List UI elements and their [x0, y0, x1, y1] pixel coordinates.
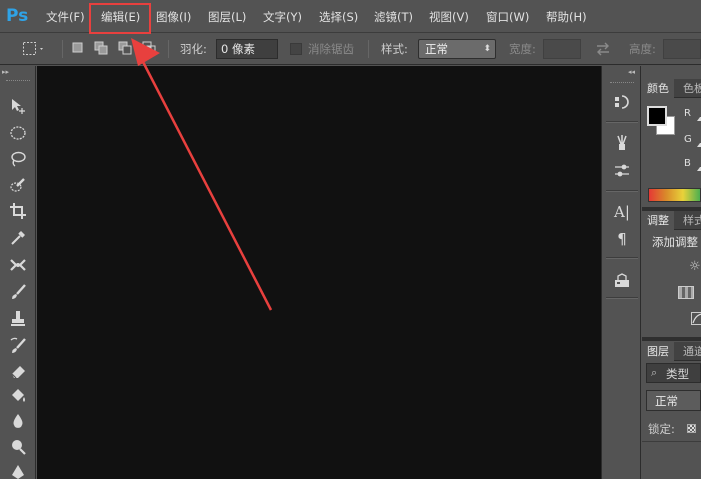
edit-menu-highlight-box [89, 3, 151, 34]
history-panel-icon[interactable] [612, 92, 632, 112]
healing-brush-icon[interactable] [5, 253, 31, 277]
brush-icon[interactable] [5, 280, 31, 304]
layers-list [642, 441, 701, 479]
layer-filter-placeholder: 类型 [666, 367, 689, 381]
brush-presets-icon[interactable] [612, 133, 632, 153]
lock-label: 锁定: [648, 422, 675, 436]
height-input[interactable] [663, 39, 701, 59]
menu-filter[interactable]: 滤镜(T) [374, 9, 413, 25]
add-adjustment-label: 添加调整 [652, 235, 698, 249]
adjustments-panel-tabs: 调整 样式 [642, 211, 701, 230]
tab-channels[interactable]: 通道 [678, 342, 701, 361]
grip[interactable] [610, 82, 634, 84]
divider [606, 257, 638, 259]
color-panel-tabs: 颜色 色板 [642, 79, 701, 98]
brush-panel-icon[interactable] [612, 161, 632, 181]
slider-r-handle[interactable] [697, 117, 701, 121]
color-spectrum-bar[interactable] [648, 188, 701, 202]
pen-icon[interactable] [5, 460, 31, 479]
right-panels: 颜色 色板 R G B 调整 样式 添加调整 ☼ 图层 通道 ⌕ 类型 正常 锁… [642, 66, 701, 479]
brightness-icon[interactable]: ☼ [689, 259, 701, 274]
search-icon: ⌕ [651, 366, 658, 379]
panel-icon-column: ◂◂ A| ¶ [601, 66, 641, 479]
channel-r-label: R [684, 108, 691, 119]
quick-selection-icon[interactable] [5, 173, 31, 197]
eraser-icon[interactable] [5, 359, 31, 383]
marquee-preset-icon[interactable] [22, 41, 46, 60]
divider [606, 121, 638, 123]
toolbox: ▸▸ [0, 66, 36, 479]
dodge-icon[interactable] [5, 435, 31, 459]
style-select[interactable]: 正常 ⬍ [418, 39, 496, 59]
menu-window[interactable]: 窗口(W) [486, 9, 529, 25]
history-brush-icon[interactable] [5, 334, 31, 358]
slider-b-handle[interactable] [697, 167, 701, 171]
intersect-selection-icon[interactable] [142, 41, 156, 55]
new-selection-icon[interactable] [72, 42, 84, 54]
menu-layer[interactable]: 图层(L) [208, 9, 246, 25]
antialias-checkbox[interactable] [290, 43, 302, 55]
collapse-arrows-icon[interactable]: ▸▸ [2, 68, 9, 76]
foreground-color-swatch[interactable] [647, 106, 667, 126]
move-tool-icon[interactable] [5, 94, 31, 118]
menu-image[interactable]: 图像(I) [156, 9, 191, 25]
options-bar: 羽化: 0 像素 消除锯齿 样式: 正常 ⬍ 宽度: 高度: [0, 33, 701, 65]
width-label: 宽度: [509, 42, 536, 56]
crop-icon[interactable] [5, 199, 31, 223]
elliptical-marquee-icon[interactable] [5, 121, 31, 145]
style-label: 样式: [381, 42, 408, 56]
divider [62, 40, 63, 58]
layer-filter-input[interactable]: ⌕ 类型 [646, 363, 701, 383]
subtract-selection-icon[interactable] [118, 41, 132, 55]
document-canvas[interactable] [37, 66, 601, 479]
menu-view[interactable]: 视图(V) [429, 9, 469, 25]
grip[interactable] [6, 80, 30, 82]
tab-styles[interactable]: 样式 [678, 211, 701, 230]
channel-g-label: G [684, 134, 692, 145]
lock-transparency-icon[interactable] [687, 424, 696, 433]
slider-g-handle[interactable] [697, 143, 701, 147]
divider [168, 40, 169, 58]
tab-adjustments[interactable]: 调整 [642, 211, 674, 230]
curves-icon[interactable] [691, 312, 701, 325]
feather-input[interactable]: 0 像素 [216, 39, 278, 59]
character-panel-icon[interactable]: A| [612, 202, 632, 222]
clone-stamp-icon[interactable] [5, 307, 31, 331]
antialias-label: 消除锯齿 [308, 42, 354, 56]
height-label: 高度: [629, 42, 656, 56]
feather-label: 羽化: [180, 42, 207, 56]
divider [368, 40, 369, 58]
lasso-icon[interactable] [5, 147, 31, 171]
updown-arrow-icon: ⬍ [483, 44, 491, 54]
swap-arrows-icon[interactable] [595, 42, 611, 59]
blend-mode-value: 正常 [655, 394, 678, 408]
levels-icon[interactable] [678, 286, 694, 299]
eyedropper-icon[interactable] [5, 226, 31, 250]
menu-select[interactable]: 选择(S) [319, 9, 358, 25]
layers-panel-tabs: 图层 通道 [642, 342, 701, 361]
tab-layers[interactable]: 图层 [642, 342, 674, 361]
blend-mode-select[interactable]: 正常 [646, 390, 701, 411]
channel-b-label: B [684, 158, 691, 169]
menu-help[interactable]: 帮助(H) [546, 9, 587, 25]
divider [606, 190, 638, 192]
paragraph-panel-icon[interactable]: ¶ [612, 229, 632, 249]
paint-bucket-icon[interactable] [5, 384, 31, 408]
style-select-value: 正常 [425, 42, 448, 56]
divider [642, 337, 701, 341]
width-input[interactable] [543, 39, 581, 59]
blur-icon[interactable] [5, 409, 31, 433]
collapse-arrows-icon[interactable]: ◂◂ [628, 68, 635, 76]
tab-color[interactable]: 颜色 [642, 79, 674, 98]
3d-panel-icon[interactable] [612, 270, 632, 290]
photoshop-logo: Ps [6, 6, 29, 26]
add-selection-icon[interactable] [94, 41, 108, 55]
divider [606, 297, 638, 299]
menu-type[interactable]: 文字(Y) [263, 9, 302, 25]
tab-swatches[interactable]: 色板 [678, 79, 701, 98]
menu-file[interactable]: 文件(F) [46, 9, 85, 25]
